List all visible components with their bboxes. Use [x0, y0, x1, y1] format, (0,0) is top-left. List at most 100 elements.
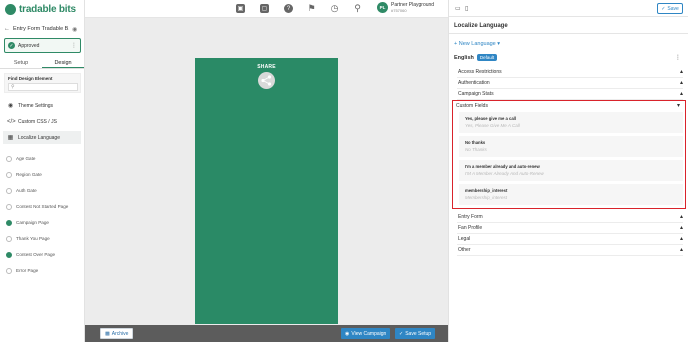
view-campaign-button[interactable]: ◉ View Campaign	[341, 328, 391, 339]
section-campaign-stats[interactable]: Campaign Stats ▴	[457, 89, 683, 100]
media-icon[interactable]: ▢	[260, 4, 269, 13]
clock-icon[interactable]: ◷	[330, 3, 339, 13]
check-icon: ✓	[399, 330, 404, 337]
tab-setup[interactable]: Setup	[0, 58, 42, 68]
tab-design[interactable]: Design	[42, 58, 84, 68]
default-badge: Default	[476, 54, 498, 61]
save-setup-label: Save Setup	[405, 330, 432, 337]
caret-icon: ▴	[679, 236, 683, 242]
section-fan-profile[interactable]: Fan Profile ▴	[457, 223, 683, 234]
caret-icon: ▴	[679, 225, 683, 231]
page-label: Contest Not Started Page	[16, 204, 69, 209]
section-label: Legal	[458, 236, 471, 242]
caret-icon: ▴	[679, 214, 683, 220]
field-key: No thanks	[465, 140, 486, 145]
back-icon[interactable]: ←	[4, 26, 10, 32]
page-status-dot	[6, 219, 12, 226]
bottom-bar: ▩ Archive ◉ View Campaign ✓ Save Setup	[85, 325, 448, 342]
field-value-input[interactable]: Membership_interest	[465, 195, 507, 200]
custom-field: No thanks No Thanks	[459, 136, 683, 157]
page-label: Auth Gate	[16, 188, 37, 193]
page-error[interactable]: Error Page	[6, 265, 38, 276]
desktop-icon[interactable]: ▭	[455, 5, 461, 12]
caret-down-icon[interactable]: ▾	[677, 102, 680, 109]
menu-custom-css[interactable]: </> Custom CSS / JS	[3, 115, 81, 128]
field-value-input[interactable]: I'M A Member Already And Auto-Renew	[465, 171, 544, 176]
page-campaign[interactable]: Campaign Page	[6, 217, 49, 228]
page-label: Campaign Page	[16, 220, 49, 225]
save-setup-button[interactable]: ✓ Save Setup	[395, 328, 436, 339]
page-age-gate[interactable]: Age Gate	[6, 153, 35, 164]
section-other[interactable]: Other ▴	[457, 245, 683, 256]
field-key: membership_interest	[465, 188, 508, 193]
code-icon: </>	[7, 118, 16, 125]
custom-fields-title[interactable]: Custom Fields	[456, 103, 488, 109]
find-input[interactable]: ⚲	[8, 83, 78, 91]
save-button[interactable]: ✓ Save	[657, 3, 683, 14]
field-value-input[interactable]: No Thanks	[465, 147, 487, 152]
menu-theme-settings[interactable]: ◉ Theme Settings	[3, 99, 81, 112]
custom-field: membership_interest Membership_interest	[459, 184, 683, 205]
archive-label: Archive	[111, 330, 129, 337]
status-label: Approved	[18, 42, 40, 49]
language-icon: ▦	[7, 135, 14, 141]
page-region-gate[interactable]: Region Gate	[6, 169, 42, 180]
palette-icon: ◉	[7, 103, 14, 109]
pages-icon[interactable]: ▣	[236, 4, 245, 13]
eye-icon: ◉	[345, 330, 350, 337]
share-label: SHARE	[257, 64, 276, 70]
page-label: Age Gate	[16, 156, 36, 161]
section-entry-form[interactable]: Entry Form ▴	[457, 212, 683, 223]
archive-button[interactable]: ▩ Archive	[100, 328, 134, 339]
mobile-icon[interactable]: ▯	[465, 5, 468, 12]
page-thank-you[interactable]: Thank You Page	[6, 233, 50, 244]
share-icon[interactable]	[258, 72, 275, 89]
section-authentication[interactable]: Authentication ▴	[457, 78, 683, 89]
bell-icon[interactable]: ⚑	[307, 3, 316, 13]
page-contest-not-started[interactable]: Contest Not Started Page	[6, 201, 68, 212]
user-account[interactable]: PL Partner Playground #757060	[377, 2, 434, 13]
field-value-input[interactable]: Yes, Please Give Me A Call	[465, 123, 520, 128]
section-label: Entry Form	[458, 214, 483, 220]
right-panel-header: ▭ ▯ ✓ Save	[449, 0, 688, 17]
app-logo[interactable]: tradable bits	[5, 4, 76, 15]
custom-field: I'm a member already and auto-renew I'M …	[459, 160, 683, 181]
menu-localize-language[interactable]: ▦ Localize Language	[3, 131, 81, 144]
page-status-dot	[6, 171, 12, 178]
section-label: Access Restrictions	[458, 69, 502, 75]
page-auth-gate[interactable]: Auth Gate	[6, 185, 37, 196]
view-campaign-label: View Campaign	[351, 330, 387, 337]
more-options-icon[interactable]: ⋮	[71, 42, 80, 49]
language-row: English Default	[454, 54, 498, 61]
page-contest-over[interactable]: Contest Over Page	[6, 249, 55, 260]
page-status-dot	[6, 251, 12, 258]
field-key: I'm a member already and auto-renew	[465, 164, 540, 169]
eye-icon[interactable]: ◉	[72, 26, 77, 33]
page-status-dot	[6, 203, 12, 210]
app-name: tradable bits	[19, 4, 76, 15]
save-label: Save	[667, 5, 679, 12]
find-label: Find Design Element	[8, 76, 53, 81]
language-name: English	[454, 54, 474, 61]
avatar: PL	[377, 2, 388, 13]
caret-icon: ▴	[679, 80, 683, 86]
section-legal[interactable]: Legal ▴	[457, 234, 683, 245]
new-language-button[interactable]: + New Language ▾	[454, 41, 500, 47]
search-icon[interactable]: ⚲	[353, 3, 362, 13]
status-badge: ✓ Approved ⋮	[4, 38, 81, 53]
left-sidebar: tradable bits ← Entry Form Tradable B...…	[0, 0, 85, 342]
language-menu-icon[interactable]: ⋮	[675, 54, 681, 61]
help-icon[interactable]: ?	[284, 4, 293, 13]
page-status-dot	[6, 155, 12, 162]
new-language-label: + New Language	[454, 41, 496, 47]
menu-label: Custom CSS / JS	[18, 118, 57, 125]
check-icon: ✓	[661, 5, 666, 12]
menu-label: Localize Language	[18, 134, 60, 141]
page-label: Contest Over Page	[16, 252, 56, 257]
top-bar: ▣ ▢ ? ⚑ ◷ ⚲ PL Partner Playground #75706…	[85, 0, 448, 18]
section-label: Authentication	[458, 80, 490, 86]
setup-design-tabs: Setup Design	[0, 58, 84, 69]
section-access-restrictions[interactable]: Access Restrictions ▴	[457, 67, 683, 78]
campaign-preview[interactable]: SHARE	[195, 58, 338, 324]
caret-icon: ▴	[679, 247, 683, 253]
